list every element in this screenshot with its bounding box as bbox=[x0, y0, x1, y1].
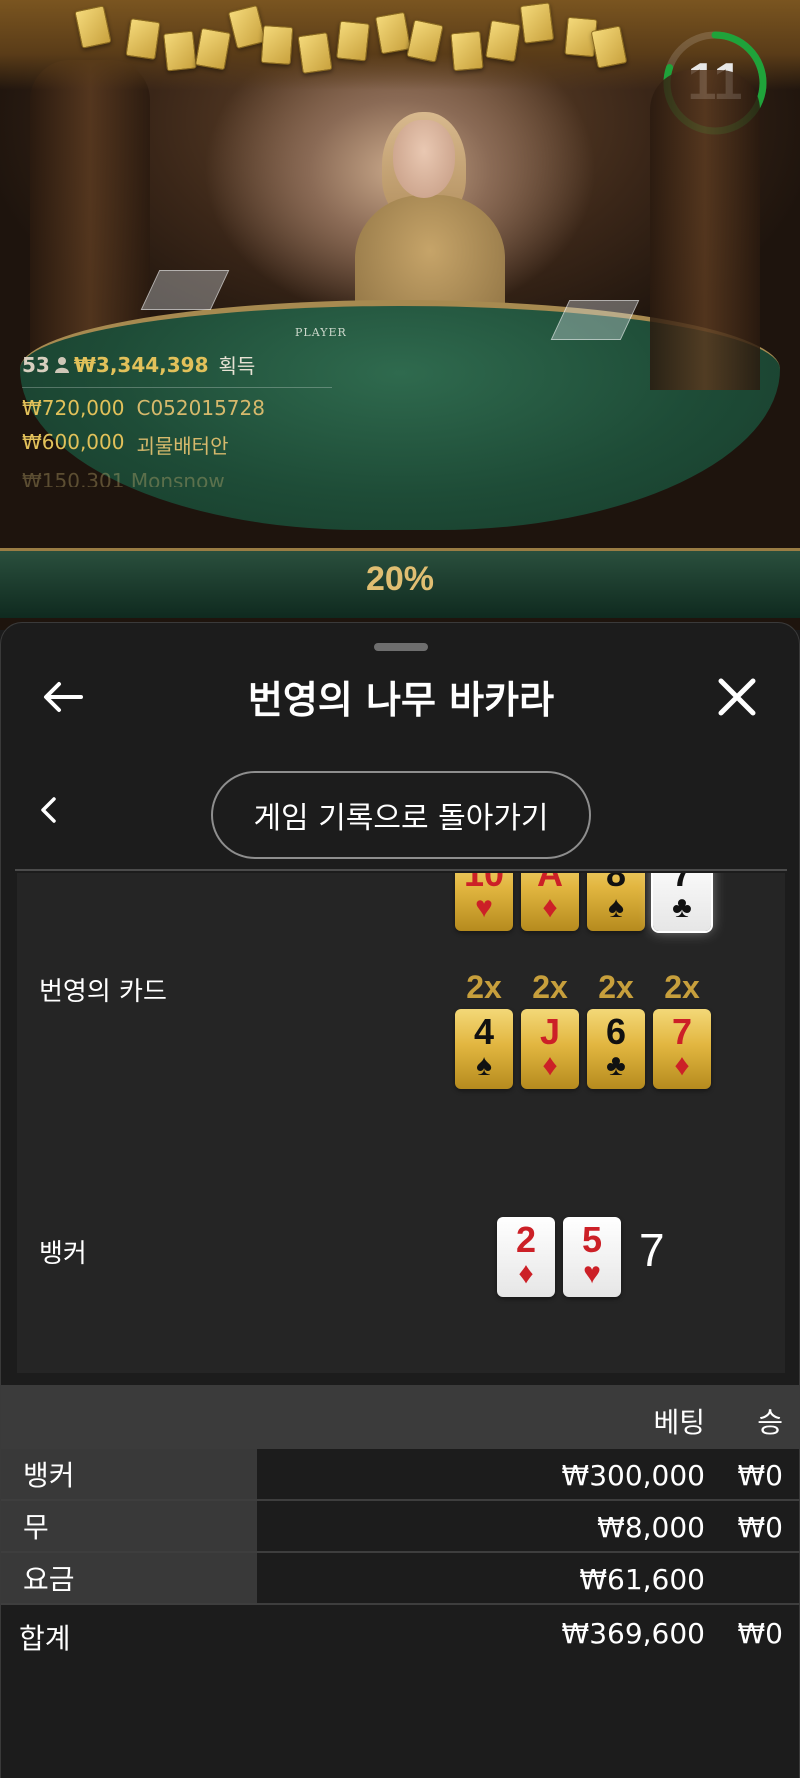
card: 8 ♠ bbox=[587, 873, 645, 931]
card-suit: ♣ bbox=[606, 1049, 626, 1082]
card-suit: ♠ bbox=[476, 1049, 492, 1082]
winner-row: ₩600,000 괴물배터안 bbox=[22, 430, 342, 459]
person-icon bbox=[54, 356, 69, 373]
card-suit: ♥ bbox=[583, 1257, 601, 1290]
bet-amount: ₩300,000 bbox=[561, 1459, 705, 1492]
card-suit: ♠ bbox=[608, 891, 624, 924]
prosperity-card: J ♦ bbox=[521, 1009, 579, 1089]
progress-percent: 20% bbox=[365, 560, 435, 598]
hanging-card bbox=[519, 2, 555, 44]
table-row: 뱅커 ₩300,000 ₩0 bbox=[1, 1449, 800, 1501]
total-bet: ₩369,600 bbox=[561, 1617, 705, 1650]
card-suit: ♦ bbox=[542, 1049, 558, 1082]
header-bet: 베팅 bbox=[653, 1406, 705, 1439]
win-amount: ₩0 bbox=[737, 1511, 784, 1544]
hanging-card bbox=[260, 24, 294, 66]
card-rank: 8 bbox=[605, 873, 627, 894]
winner-row-faded: ₩150,301 Monsnow bbox=[22, 469, 225, 487]
hanging-card bbox=[163, 30, 197, 72]
bets-table: 베팅 승 뱅커 ₩300,000 ₩0 무 ₩8,000 ₩0 요금 ₩61,6… bbox=[1, 1385, 800, 1661]
table-total-row: 합계 ₩369,600 ₩0 bbox=[1, 1605, 800, 1661]
card: A ♦ bbox=[521, 873, 579, 931]
divider bbox=[22, 387, 332, 388]
winners-count: 53 bbox=[22, 352, 50, 377]
table-row: 요금 ₩61,600 bbox=[1, 1553, 800, 1605]
prosperity-card: 6 ♣ bbox=[587, 1009, 645, 1089]
prosperity-card: 4 ♠ bbox=[455, 1009, 513, 1089]
winner-name: 괴물배터안 bbox=[136, 434, 229, 458]
banker-label: 뱅커 bbox=[39, 1239, 87, 1269]
table-row: 무 ₩8,000 ₩0 bbox=[1, 1501, 800, 1553]
hanging-card bbox=[485, 19, 521, 63]
bet-amount: ₩61,600 bbox=[579, 1563, 705, 1596]
card-rank: 7 bbox=[671, 873, 693, 894]
card-rank: 6 bbox=[605, 1011, 627, 1052]
winner-name: C052015728 bbox=[136, 396, 265, 420]
multiplier: 2x bbox=[664, 969, 700, 1005]
bet-amount: ₩8,000 bbox=[597, 1511, 705, 1544]
total-win: ₩0 bbox=[737, 1617, 784, 1650]
winners-list: 53 ₩3,344,398 획득 ₩720,000 C052015728 ₩60… bbox=[22, 350, 342, 487]
card-suit: ♦ bbox=[674, 1049, 690, 1082]
winner-amount: ₩600,000 bbox=[22, 430, 125, 454]
hanging-card bbox=[297, 32, 333, 74]
dealer-head bbox=[393, 120, 455, 198]
card-rank: 4 bbox=[473, 1011, 495, 1052]
winners-total: ₩3,344,398 bbox=[73, 352, 209, 377]
card-suit: ♥ bbox=[475, 891, 493, 924]
winners-label: 획득 bbox=[218, 354, 256, 378]
hanging-card bbox=[336, 20, 370, 62]
multiplier: 2x bbox=[532, 969, 568, 1005]
close-icon[interactable] bbox=[713, 673, 761, 721]
back-to-history-button[interactable]: 게임 기록으로 돌아가기 bbox=[211, 771, 591, 859]
multiplier: 2x bbox=[466, 969, 502, 1005]
sheet-drag-handle[interactable] bbox=[374, 643, 428, 651]
card-suit: ♣ bbox=[672, 891, 692, 924]
banker-card: 2 ♦ bbox=[497, 1217, 555, 1297]
hanging-card bbox=[125, 18, 161, 60]
win-amount: ₩0 bbox=[737, 1459, 784, 1492]
card: 7 ♣ bbox=[653, 873, 711, 931]
prosperity-card: 7 ♦ bbox=[653, 1009, 711, 1089]
banker-card: 5 ♥ bbox=[563, 1217, 621, 1297]
winner-row: ₩720,000 C052015728 bbox=[22, 396, 342, 420]
bet-type: 요금 bbox=[1, 1553, 257, 1603]
card-suit: ♦ bbox=[542, 891, 558, 924]
prosperity-cards-label: 번영의 카드 bbox=[39, 977, 167, 1007]
table-header: 베팅 승 bbox=[1, 1385, 800, 1449]
winner-amount: ₩720,000 bbox=[22, 396, 125, 420]
round-details-sheet: 번영의 나무 바카라 게임 기록으로 돌아가기 10 ♥ A ♦ 8 ♠ 7 ♣… bbox=[0, 622, 800, 1778]
total-label: 합계 bbox=[19, 1622, 71, 1655]
felt-label-player: PLAYER bbox=[295, 326, 347, 339]
header-win: 승 bbox=[757, 1406, 783, 1439]
banker-score: 7 bbox=[639, 1224, 665, 1276]
card-rank: 5 bbox=[581, 1219, 603, 1260]
timer-value: 11 bbox=[687, 53, 743, 111]
card: 10 ♥ bbox=[455, 873, 513, 931]
card-rank: 7 bbox=[671, 1011, 693, 1052]
bet-type: 무 bbox=[1, 1501, 257, 1551]
card-suit: ♦ bbox=[518, 1257, 534, 1290]
bet-type: 뱅커 bbox=[1, 1449, 257, 1499]
card-rank: 10 bbox=[463, 873, 505, 894]
card-rank: A bbox=[537, 873, 563, 894]
chevron-left-icon[interactable] bbox=[37, 795, 61, 825]
round-result-panel: 10 ♥ A ♦ 8 ♠ 7 ♣ 번영의 카드 2x 2x 2x 2x 4 ♠ … bbox=[17, 873, 785, 1373]
live-video: PLAYER 11 53 ₩3,344,398 획득 ₩720,000 C052… bbox=[0, 0, 800, 630]
card-rank: 2 bbox=[515, 1219, 537, 1260]
winners-summary: 53 ₩3,344,398 획득 bbox=[22, 350, 342, 379]
hanging-card bbox=[450, 30, 484, 72]
sheet-title: 번영의 나무 바카라 bbox=[247, 678, 555, 722]
card-rank: J bbox=[539, 1011, 561, 1052]
hanging-card bbox=[374, 11, 412, 55]
multiplier: 2x bbox=[598, 969, 634, 1005]
card-shoe bbox=[140, 270, 230, 310]
divider bbox=[15, 869, 787, 871]
